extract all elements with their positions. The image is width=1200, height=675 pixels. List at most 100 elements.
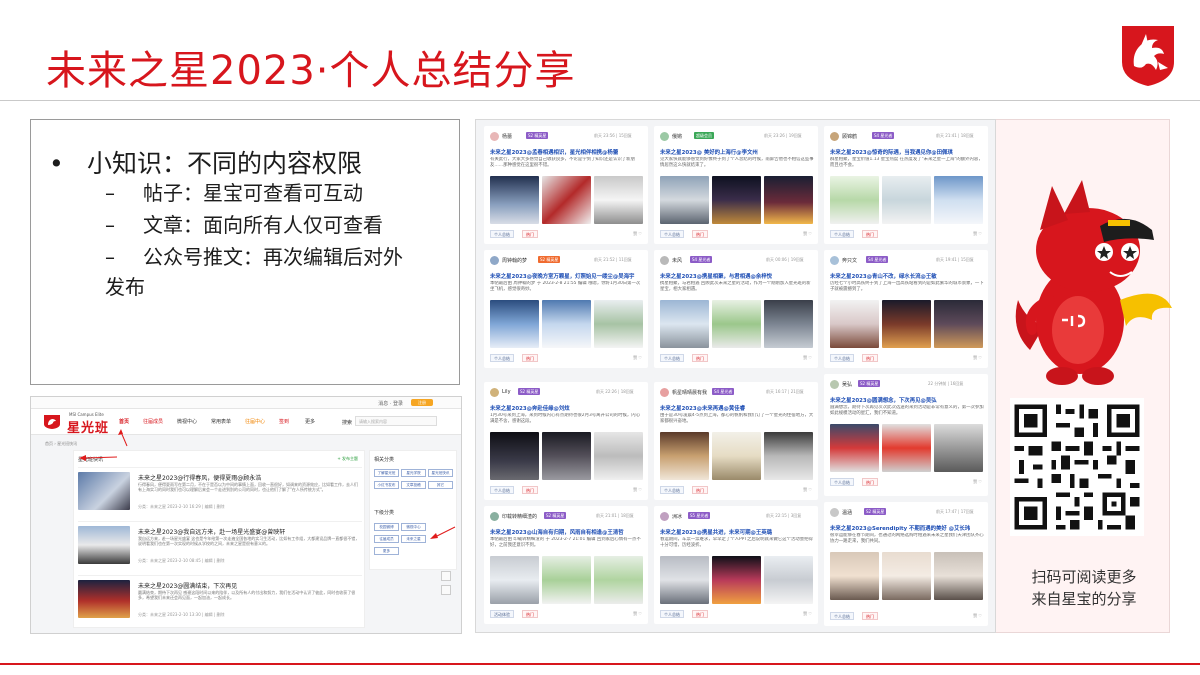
photo[interactable] (882, 176, 931, 224)
web-register-button[interactable]: 注册 (411, 399, 433, 406)
card-actions[interactable]: 赞 ♡ (973, 479, 982, 485)
photo[interactable] (660, 300, 709, 348)
web-chip[interactable]: 往届成员 (374, 535, 399, 543)
web-article-title[interactable]: 未来之星2023@圆满结束，下次再见 (138, 581, 237, 590)
web-chip[interactable]: 星光学院 (401, 469, 426, 477)
web-article-item[interactable]: 未来之星2023@我自远方来，赴一场星光盛宴@曾映轩 我自远方来，赴一场星光盛宴… (78, 521, 362, 567)
web-refresh-button[interactable] (441, 585, 451, 595)
card-actions[interactable]: 赞 ♡ (973, 613, 982, 619)
card-title[interactable]: 未来之星2023@山海自有归期，风雨自有相逢@王清哲 (490, 528, 644, 536)
card-tag[interactable]: 个人总结 (830, 478, 854, 486)
card-username[interactable]: 周钟翰的梦 (502, 257, 527, 264)
qr-code-icon[interactable] (1010, 398, 1144, 536)
card-title[interactable]: 未来之星2023@孟春相遇相识，星光相伴相携@杨蕾 (490, 148, 644, 156)
card-username[interactable]: Lily (502, 389, 511, 395)
photo[interactable] (712, 176, 761, 224)
feed-card[interactable]: 印载转精细渣的 S2 精英星 前天 21:01 | 18回复 未来之星2023@… (484, 506, 648, 624)
photo[interactable] (712, 556, 761, 604)
web-chip[interactable]: 文章投稿 (401, 481, 426, 489)
photo[interactable] (764, 300, 813, 348)
web-chip[interactable]: 星光班快讯 (428, 469, 453, 477)
web-article-title[interactable]: 未来之星2023@行得春风，便得夏雨@顾永浩 (138, 473, 261, 482)
photo[interactable] (712, 300, 761, 348)
feed-card[interactable]: 顾锦鹤 S4 星光者 前天 21:41 | 18回复 未来之星2023@惊奇的际… (824, 126, 988, 244)
card-username[interactable]: 印载转精细渣的 (502, 513, 537, 520)
card-actions[interactable]: 赞 ♡ (803, 355, 812, 361)
web-login-text[interactable]: 消息 · 登录 (378, 400, 403, 407)
card-hot-tag[interactable]: 热门 (692, 610, 708, 618)
card-actions[interactable]: 赞 ♡ (803, 611, 812, 617)
card-title[interactable]: 未来之星2023@未来再遇@黄佳睿 (660, 404, 814, 412)
card-tag[interactable]: 个人总结 (660, 610, 684, 618)
card-title[interactable]: 未来之星2023@携星共进，未来可期@王英璐 (660, 528, 814, 536)
photo[interactable] (542, 432, 591, 480)
card-title[interactable]: 未来之星2023@惊奇的际遇，当我遇见你@田佩琪 (830, 148, 984, 156)
card-tag[interactable]: 个人总结 (490, 354, 514, 362)
feed-card[interactable]: 未风 S4 星光者 前天 00:06 | 19回复 未来之星2023@携星相聚，… (654, 250, 818, 368)
photo[interactable] (542, 176, 591, 224)
card-title[interactable]: 未来之星2023@携星相聚，与君相遇@余梓悦 (660, 272, 814, 280)
card-actions[interactable]: 赞 ♡ (633, 355, 642, 361)
card-username[interactable]: 杨蕾 (502, 133, 512, 140)
card-tag[interactable]: 个人总结 (490, 486, 514, 494)
photo[interactable] (882, 424, 931, 472)
card-tag[interactable]: 个人总结 (490, 230, 514, 238)
card-hot-tag[interactable]: 热门 (522, 230, 538, 238)
card-actions[interactable]: 赞 ♡ (633, 487, 642, 493)
photo[interactable] (764, 556, 813, 604)
card-tag[interactable]: 个人总结 (830, 612, 854, 620)
card-title[interactable]: 未来之星2023@圆满想念，下次再见@吴弘 (830, 396, 984, 404)
web-nav-home[interactable]: 首页 (119, 418, 129, 425)
photo[interactable] (830, 552, 879, 600)
card-actions[interactable]: 赞 ♡ (973, 355, 982, 361)
card-tag[interactable]: 活动体验 (490, 610, 514, 618)
card-username[interactable]: 未风 (672, 257, 682, 264)
web-nav-members[interactable]: 往届成员 (143, 418, 163, 425)
feed-card[interactable]: 温涵 S2 精英星 前天 17:47 | 17回复 未来之星2023@Seren… (824, 502, 988, 626)
photo[interactable] (882, 300, 931, 348)
photo[interactable] (490, 432, 539, 480)
web-chip[interactable]: 校园微博 (374, 523, 399, 531)
feed-card[interactable]: 洲冰 S5 星光者 前天 22:15 | 3回复 未来之星2023@携星共进，未… (654, 506, 818, 624)
web-chip[interactable]: 小红书发布 (374, 481, 399, 489)
web-article-item[interactable]: 未来之星2023@行得春风，便得夏雨@顾永浩 行得春风，便得夏雨写在第二月，不在… (78, 467, 362, 513)
photo[interactable] (490, 556, 539, 604)
photo[interactable] (934, 300, 983, 348)
card-username[interactable]: 洲冰 (672, 513, 682, 520)
web-chip[interactable]: 其它 (428, 481, 453, 489)
photo[interactable] (490, 300, 539, 348)
card-actions[interactable]: 赞 ♡ (803, 231, 812, 237)
card-title[interactable]: 未来之星2023@夜晚方室万颗星，灯照始见一缕尘@吴海宇 (490, 272, 644, 280)
photo[interactable] (830, 424, 879, 472)
web-breadcrumb[interactable]: 首页 › 星光班快讯 (45, 441, 77, 447)
card-hot-tag[interactable]: 热门 (522, 486, 538, 494)
photo[interactable] (934, 176, 983, 224)
web-chip-future-star[interactable]: 未来之星 (401, 535, 426, 543)
card-actions[interactable]: 赞 ♡ (633, 611, 642, 617)
card-username[interactable]: 温涵 (842, 509, 852, 516)
card-username[interactable]: 俄锵 (672, 133, 682, 140)
card-actions[interactable]: 赞 ♡ (973, 231, 982, 237)
card-username[interactable]: 顾锦鹤 (842, 133, 857, 140)
photo[interactable] (660, 432, 709, 480)
feed-card[interactable]: 俄锵 超级会员 前天 23:26 | 19回复 未来之星2023@ 美好的上海行… (654, 126, 818, 244)
feed-card[interactable]: Lily S2 精英星 前天 22:26 | 18回复 未来之星2023@奔赴佳… (484, 382, 648, 500)
photo[interactable] (542, 300, 591, 348)
feed-card[interactable]: 杨蕾 S2 精英星 前天 23:56 | 15回复 未来之星2023@孟春相遇相… (484, 126, 648, 244)
card-hot-tag[interactable]: 热门 (692, 486, 708, 494)
web-article-item[interactable]: 未来之星2023@圆满结束，下次再见 圆满结束，期待下次再见 感谢这段时间以来的… (78, 575, 362, 621)
card-hot-tag[interactable]: 热门 (862, 354, 878, 362)
card-title[interactable]: 未来之星2023@青山不改，绿水长流@王敏 (830, 272, 984, 280)
card-hot-tag[interactable]: 热门 (692, 230, 708, 238)
card-hot-tag[interactable]: 热门 (692, 354, 708, 362)
card-title[interactable]: 未来之星2023@Serendipity 不期而遇的美好 @艾长玮 (830, 524, 984, 532)
photo[interactable] (830, 300, 879, 348)
card-tag[interactable]: 个人总结 (660, 486, 684, 494)
photo[interactable] (594, 556, 643, 604)
web-nav-signin[interactable]: 签到 (279, 418, 289, 425)
web-chip[interactable]: 更多 (374, 547, 399, 555)
feed-card[interactable]: 吴弘 S2 精英星 22 分钟前 | 16回复 未来之星2023@圆满想念，下次… (824, 374, 988, 496)
photo[interactable] (490, 176, 539, 224)
card-tag[interactable]: 个人总结 (830, 230, 854, 238)
web-post-button[interactable]: + 发布主题 (337, 456, 358, 462)
